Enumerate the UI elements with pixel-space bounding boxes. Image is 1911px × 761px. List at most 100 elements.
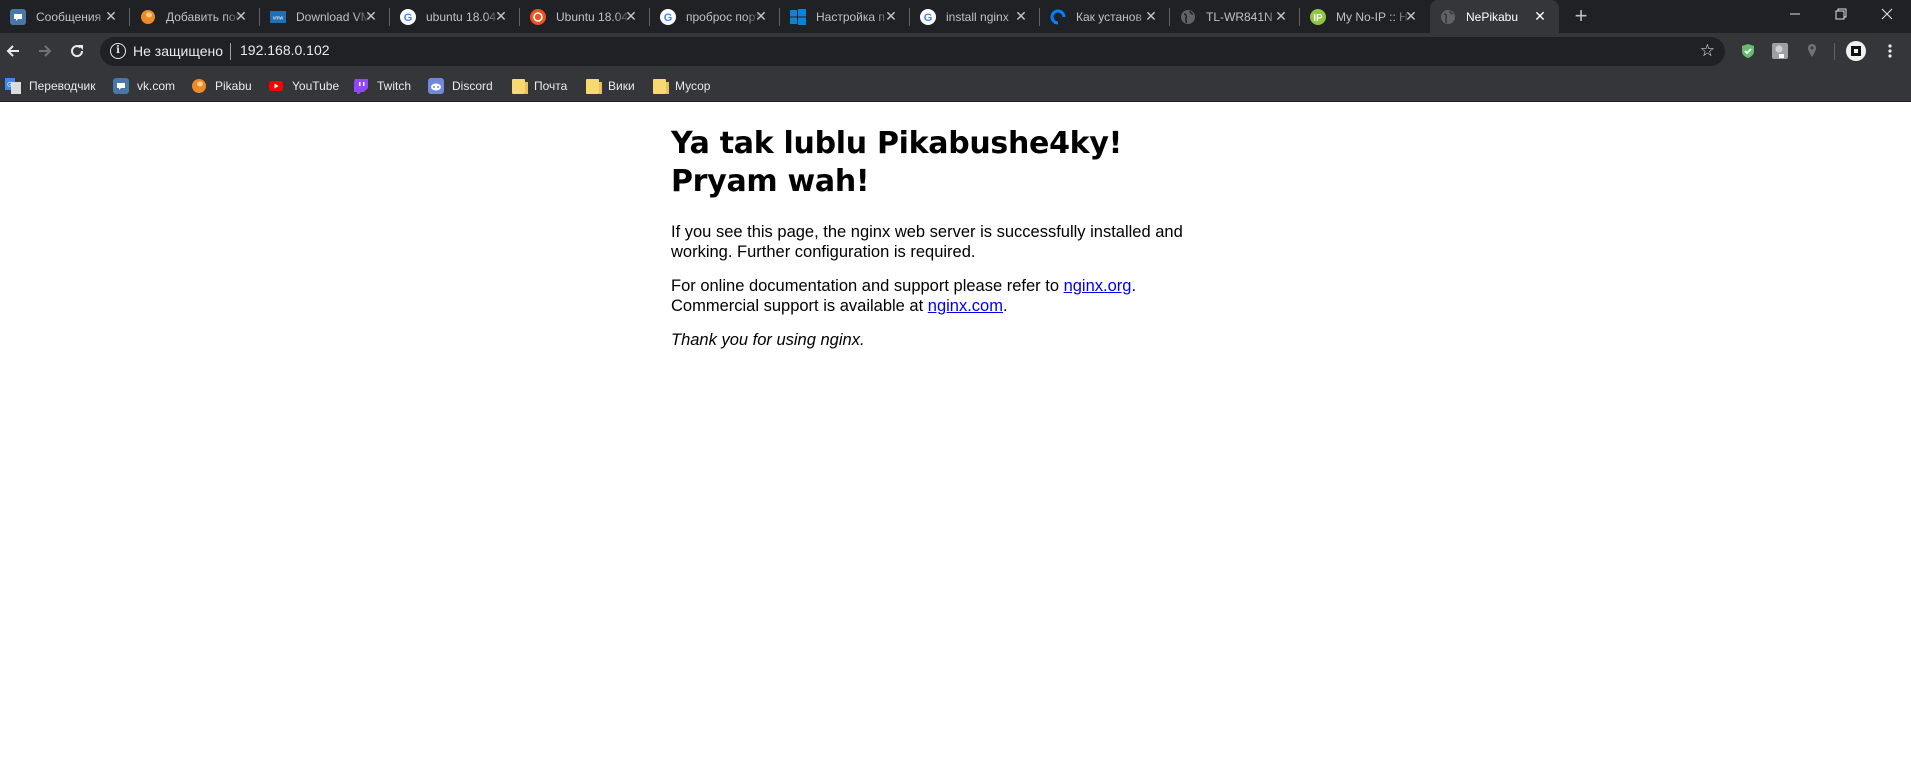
close-tab-icon[interactable]: ✕ xyxy=(104,9,118,23)
url-input[interactable] xyxy=(240,42,1640,58)
noip-icon: IP xyxy=(1310,8,1326,25)
close-tab-icon[interactable]: ✕ xyxy=(1144,9,1158,23)
windows-icon xyxy=(790,8,806,25)
bookmark-youtube[interactable]: YouTube xyxy=(268,77,339,95)
bookmark-folder-mail[interactable]: Почта xyxy=(510,77,567,95)
bookmark-label: Переводчик xyxy=(29,79,96,93)
toolbar: i Не защищено ☆ xyxy=(0,33,1911,70)
commercial-text: Commercial support is available at xyxy=(671,296,928,315)
bookmark-folder-trash[interactable]: Мусор xyxy=(651,77,710,95)
support-text: For online documentation and support ple… xyxy=(671,277,1064,295)
punctuation: . xyxy=(1131,277,1137,295)
folder-icon xyxy=(651,78,669,94)
forward-button[interactable] xyxy=(33,39,57,63)
svg-text:vmw: vmw xyxy=(273,15,284,21)
info-icon[interactable]: i xyxy=(110,43,126,59)
close-tab-icon[interactable]: ✕ xyxy=(624,9,638,23)
tab-windows-settings[interactable]: Настройка п ✕ xyxy=(780,0,910,33)
close-tab-icon[interactable]: ✕ xyxy=(1404,9,1418,23)
menu-button[interactable] xyxy=(1880,41,1900,61)
close-tab-icon[interactable]: ✕ xyxy=(1533,9,1547,23)
bookmark-star-icon[interactable]: ☆ xyxy=(1700,41,1715,61)
vmware-icon: vmw xyxy=(270,9,286,25)
close-tab-icon[interactable]: ✕ xyxy=(494,9,508,23)
bookmark-label: Twitch xyxy=(377,79,412,93)
tab-title: Настройка п xyxy=(816,9,885,24)
youtube-icon xyxy=(268,78,284,94)
reload-icon xyxy=(71,45,84,58)
tab-title: NePikabu xyxy=(1466,9,1519,24)
avatar-icon xyxy=(1846,41,1866,61)
bookmark-discord[interactable]: Discord xyxy=(428,77,493,95)
location-extension[interactable] xyxy=(1802,41,1822,61)
security-status[interactable]: Не защищено xyxy=(133,43,223,59)
tab-strip: Сообщения ✕ Добавить пост ✕ vmw Download… xyxy=(0,0,1911,33)
tab-title: Сообщения xyxy=(36,9,102,24)
close-tab-icon[interactable]: ✕ xyxy=(364,9,378,23)
thanks-paragraph: Thank you for using nginx. xyxy=(671,331,1231,351)
close-tab-icon[interactable]: ✕ xyxy=(884,9,898,23)
tab-ubuntu[interactable]: Ubuntu 18.04 ✕ xyxy=(520,0,650,33)
globe-icon xyxy=(1180,9,1196,25)
close-window-button[interactable] xyxy=(1864,0,1910,28)
svg-text:IP: IP xyxy=(1313,13,1323,24)
svg-text:G: G xyxy=(404,12,413,24)
adguard-extension[interactable] xyxy=(1738,41,1758,61)
address-divider xyxy=(230,43,231,60)
tab-tl-wr841n[interactable]: TL-WR841N ✕ xyxy=(1170,0,1300,33)
tab-install-nginx[interactable]: G install nginx ✕ xyxy=(910,0,1040,33)
nginx-org-link[interactable]: nginx.org xyxy=(1064,277,1132,295)
bookmark-label: vk.com xyxy=(137,79,176,93)
svg-text:G: G xyxy=(7,83,12,89)
toolbar-divider xyxy=(1834,43,1835,60)
reload-button[interactable] xyxy=(65,39,89,63)
bookmark-vk[interactable]: vk.com xyxy=(113,77,175,95)
bookmark-label: Вики xyxy=(608,79,635,93)
folder-icon xyxy=(510,78,528,94)
close-tab-icon[interactable]: ✕ xyxy=(1014,9,1028,23)
tab-add-post[interactable]: Добавить пост ✕ xyxy=(130,0,260,33)
nginx-com-link[interactable]: nginx.com xyxy=(928,297,1003,315)
back-button[interactable] xyxy=(1,39,25,63)
touch-extension[interactable] xyxy=(1770,41,1790,61)
tab-ubuntu-search[interactable]: G ubuntu 18.04 ✕ xyxy=(390,0,520,33)
bookmark-label: Почта xyxy=(534,79,568,93)
tab-port-forwarding[interactable]: G проброс порта ✕ xyxy=(650,0,780,33)
bookmark-twitch[interactable]: Twitch xyxy=(353,77,411,95)
google-icon: G xyxy=(400,8,416,25)
minimize-icon xyxy=(1790,13,1800,15)
tab-title: install nginx xyxy=(946,9,1009,24)
digitalocean-icon xyxy=(1050,9,1066,25)
svg-text:G: G xyxy=(664,12,673,24)
tab-title: ubuntu 18.04 xyxy=(426,9,497,24)
new-tab-button[interactable]: + xyxy=(1569,5,1593,28)
tab-how-to-install[interactable]: Как установ ✕ xyxy=(1040,0,1170,33)
bookmark-translator[interactable]: G Переводчик xyxy=(5,77,96,95)
tab-download-vmware[interactable]: vmw Download VMware ✕ xyxy=(260,0,390,33)
tab-messages[interactable]: Сообщения ✕ xyxy=(0,0,130,33)
close-tab-icon[interactable]: ✕ xyxy=(754,9,768,23)
google-icon: G xyxy=(920,8,936,25)
close-tab-icon[interactable]: ✕ xyxy=(234,9,248,23)
address-bar[interactable]: i Не защищено ☆ xyxy=(100,37,1725,66)
restore-button[interactable] xyxy=(1818,0,1864,28)
bookmark-pikabu[interactable]: Pikabu xyxy=(191,77,252,95)
tab-nepikabu[interactable]: NePikabu ✕ xyxy=(1430,0,1559,33)
arrow-left-icon xyxy=(6,45,19,57)
tab-title: Как установ xyxy=(1076,9,1142,24)
vk-icon xyxy=(10,8,26,25)
tab-title: TL-WR841N xyxy=(1206,9,1273,24)
page-content: Ya tak lublu Pikabushe4ky! Pryam wah! If… xyxy=(0,103,1911,761)
bookmark-label: YouTube xyxy=(292,79,340,93)
close-tab-icon[interactable]: ✕ xyxy=(1274,9,1288,23)
minimize-button[interactable] xyxy=(1772,0,1818,28)
bookmark-folder-wiki[interactable]: Вики xyxy=(584,77,635,95)
tab-no-ip[interactable]: IP My No-IP :: H ✕ xyxy=(1300,0,1430,33)
svg-text:G: G xyxy=(924,12,933,24)
page-heading: Ya tak lublu Pikabushe4ky! Pryam wah! xyxy=(671,126,1122,199)
arrow-right-icon xyxy=(39,45,52,57)
tab-title: My No-IP :: H xyxy=(1336,9,1408,24)
profile-avatar[interactable] xyxy=(1846,41,1866,61)
twitch-icon xyxy=(353,78,369,94)
pikabu-icon xyxy=(191,78,207,94)
